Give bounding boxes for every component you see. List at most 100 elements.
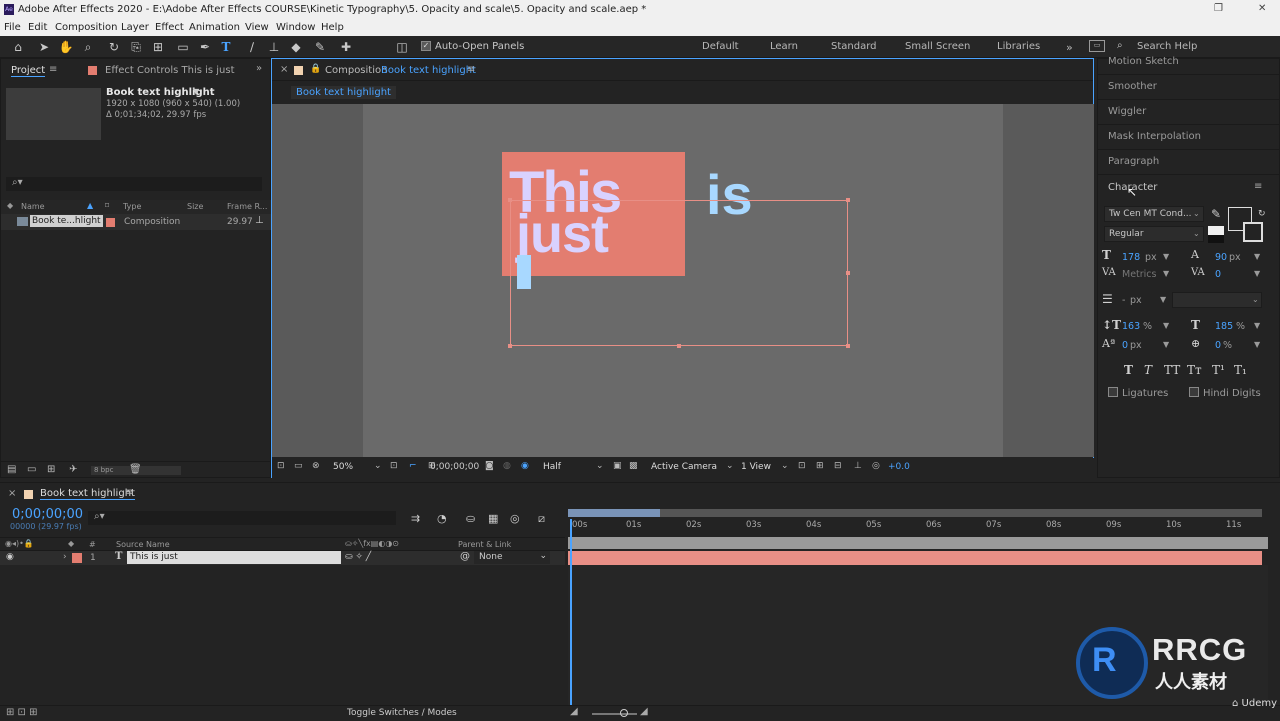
comp-mini-flowchart-icon[interactable]: ⇉ (411, 512, 420, 525)
chevron-down-icon[interactable]: ⌄ (1193, 229, 1200, 238)
menu-composition[interactable]: Composition (55, 22, 117, 33)
menu-help[interactable]: Help (321, 22, 344, 33)
stroke-color-swatch[interactable] (1243, 222, 1263, 242)
flowchart-icon[interactable]: ⊥ (255, 215, 264, 226)
fast-preview-icon[interactable]: ⊞ (816, 461, 824, 471)
all-caps-icon[interactable]: TT (1164, 363, 1180, 377)
trash-icon[interactable]: 🗑 (129, 464, 142, 475)
view-layout-select[interactable]: 1 View (741, 462, 771, 472)
zoom-tool-icon[interactable]: ⌕ (80, 39, 96, 55)
chevron-down-icon[interactable]: ⌄ (1193, 209, 1200, 218)
flowchart-icon[interactable]: ⊥ (854, 461, 862, 471)
close-icon[interactable]: ✕ (1258, 3, 1266, 14)
panel-menu-icon[interactable]: ≡ (49, 64, 57, 75)
font-family-select[interactable]: Tw Cen MT Cond... (1104, 206, 1204, 222)
timeline-search-input[interactable]: ⌕▾ (88, 511, 396, 525)
layer-name[interactable]: This is just (127, 551, 341, 564)
font-style-select[interactable]: Regular (1104, 226, 1204, 242)
rotate-tool-icon[interactable]: ↻ (106, 39, 122, 55)
close-tab-icon[interactable]: × (8, 488, 16, 499)
bbox-handle[interactable] (846, 198, 850, 202)
chevron-down-icon[interactable]: ▼ (1254, 252, 1260, 261)
white-swatch[interactable] (1208, 226, 1224, 235)
subscript-icon[interactable]: T₁ (1234, 363, 1247, 377)
horizontal-scale-value[interactable]: 185 (1215, 321, 1233, 332)
clone-stamp-icon[interactable]: ⊥ (266, 39, 282, 55)
sort-up-icon[interactable]: ▲ (87, 201, 93, 210)
chevron-down-icon[interactable]: ▼ (1163, 340, 1169, 349)
type-tool-icon[interactable]: T (218, 39, 234, 55)
hand-tool-icon[interactable]: ✋ (58, 39, 74, 55)
panel-menu-icon[interactable]: ≡ (125, 487, 133, 498)
time-ruler[interactable]: 00s 01s 02s 03s 04s 05s 06s 07s 08s 09s … (568, 517, 1268, 537)
always-preview-icon[interactable]: ⊡ (277, 461, 285, 471)
monitor-icon[interactable]: ▭ (294, 461, 303, 471)
zoom-out-icon[interactable]: ◢ (570, 706, 578, 717)
tracking-value[interactable]: 0 (1215, 269, 1221, 280)
exposure-value[interactable]: +0.0 (888, 462, 910, 472)
stroke-type-select[interactable] (1172, 292, 1262, 308)
project-search-input[interactable]: ⌕▾ (6, 177, 262, 191)
chevron-down-icon[interactable]: ⌄ (1252, 295, 1259, 304)
swap-colors-icon[interactable]: ↻ (1258, 209, 1266, 219)
black-swatch[interactable] (1208, 235, 1224, 243)
panel-wiggler[interactable]: Wiggler (1108, 106, 1146, 117)
toggle-pixel-aspect-icon[interactable]: ⊡ (798, 461, 806, 471)
text-bounding-box[interactable] (510, 200, 848, 346)
timeline-tab[interactable]: Book text highlight (40, 488, 135, 500)
expand-arrow-icon[interactable]: › (63, 552, 67, 562)
timeline-timecode[interactable]: 0;00;00;00 (12, 507, 83, 522)
chevron-down-icon[interactable]: ⌄ (781, 461, 789, 471)
bbox-handle[interactable] (677, 344, 681, 348)
auto-open-checkbox[interactable]: ✓ (421, 41, 431, 52)
bbox-handle[interactable] (508, 344, 512, 348)
channel-icon[interactable]: ◉ (521, 461, 529, 471)
superscript-icon[interactable]: T¹ (1212, 363, 1225, 377)
lock-icon[interactable]: 🔒 (310, 64, 321, 74)
restore-icon[interactable]: ❐ (1214, 3, 1223, 14)
graph-editor-icon[interactable]: ⧄ (538, 512, 545, 526)
chevron-down-icon[interactable]: ⌄ (596, 461, 604, 471)
vertical-scale-value[interactable]: 163 (1122, 321, 1140, 332)
selection-tool-icon[interactable]: ➤ (36, 39, 52, 55)
panel-overflow-icon[interactable]: » (256, 63, 262, 74)
col-parent-link[interactable]: Parent & Link (458, 540, 511, 549)
label-swatch[interactable] (72, 553, 82, 563)
faux-italic-icon[interactable]: T (1144, 363, 1152, 377)
interpret-footage-icon[interactable]: ▤ (7, 464, 16, 475)
composition-tab-name[interactable]: Book text highlight (381, 65, 476, 76)
small-caps-icon[interactable]: Tт (1187, 363, 1202, 377)
eyedropper-icon[interactable]: ✎ (1211, 207, 1221, 221)
camera-select[interactable]: Active Camera (651, 462, 717, 472)
menu-edit[interactable]: Edit (28, 22, 47, 33)
reset-exposure-icon[interactable]: ◎ (872, 461, 880, 471)
shy-layers-icon[interactable]: ⛀ (466, 512, 475, 525)
chevron-down-icon[interactable]: ▼ (1254, 321, 1260, 330)
chevron-down-icon[interactable]: ▼ (1254, 269, 1260, 278)
draft-3d-icon[interactable]: ◔ (437, 512, 447, 525)
brush-tool-icon[interactable]: ∕ (244, 39, 260, 55)
col-size[interactable]: Size (187, 202, 203, 211)
new-folder-icon[interactable]: ▭ (27, 464, 36, 475)
pickwhip-icon[interactable]: @ (460, 551, 470, 562)
render-queue-icon[interactable]: ✈ (69, 464, 77, 475)
chevron-down-icon[interactable]: ▼ (193, 87, 199, 96)
zoom-value[interactable]: 50% (333, 462, 353, 472)
video-toggle-icon[interactable]: ◉◂)•🔒 (5, 539, 34, 548)
layer-switches-pane-icon[interactable]: ⊞ ⊡ ⊞ (6, 707, 38, 718)
workspace-standard[interactable]: Standard (831, 41, 877, 52)
chevron-down-icon[interactable]: ▼ (1254, 340, 1260, 349)
panel-menu-icon[interactable]: ≡ (467, 64, 475, 75)
eraser-tool-icon[interactable]: ◆ (288, 39, 304, 55)
layer-switches[interactable]: ⛀ ✧ ╱ (345, 552, 371, 562)
menu-file[interactable]: File (4, 22, 21, 33)
workspace-learn[interactable]: Learn (770, 41, 798, 52)
menu-layer[interactable]: Layer (121, 22, 149, 33)
parent-select[interactable]: None ⌄ (474, 551, 550, 564)
close-tab-icon[interactable]: × (280, 64, 288, 75)
fit-icon[interactable]: ⊡ (390, 461, 398, 471)
roto-brush-icon[interactable]: ✎ (312, 39, 328, 55)
tab-project[interactable]: Project (11, 65, 46, 77)
workspace-overflow-icon[interactable]: » (1066, 41, 1073, 54)
font-size-value[interactable]: 178 (1122, 252, 1140, 263)
